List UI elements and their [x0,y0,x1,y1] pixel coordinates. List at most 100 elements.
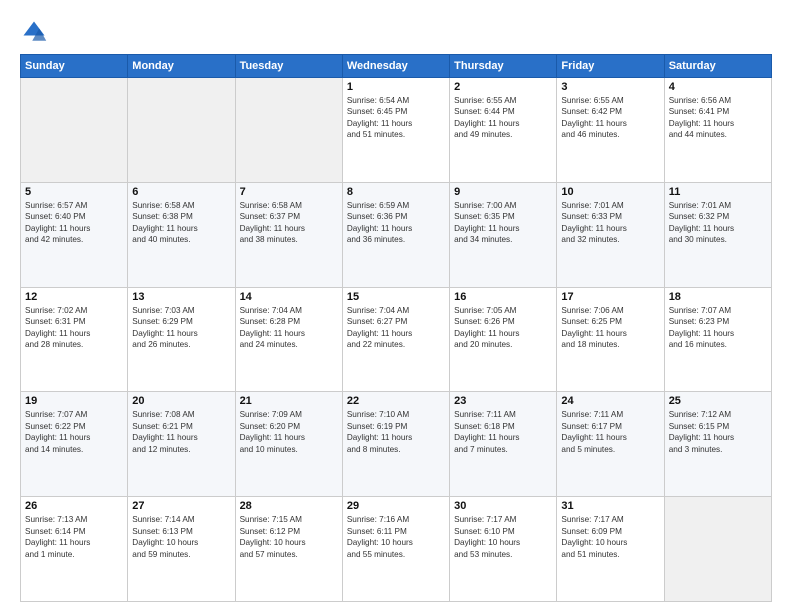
day-cell: 1 Sunrise: 6:54 AM Sunset: 6:45 PM Daylig… [342,78,449,183]
day-header-wednesday: Wednesday [342,55,449,78]
day-number: 8 [347,186,445,198]
day-info: Sunrise: 7:17 AM Sunset: 6:09 PM Dayligh… [561,514,659,560]
day-number: 10 [561,186,659,198]
day-number: 22 [347,395,445,407]
day-info: Sunrise: 7:07 AM Sunset: 6:23 PM Dayligh… [669,305,767,351]
day-number: 16 [454,291,552,303]
day-number: 17 [561,291,659,303]
day-header-thursday: Thursday [450,55,557,78]
day-number: 7 [240,186,338,198]
day-cell: 19 Sunrise: 7:07 AM Sunset: 6:22 PM Dayli… [21,392,128,497]
week-row-2: 5 Sunrise: 6:57 AM Sunset: 6:40 PM Daylig… [21,182,772,287]
day-info: Sunrise: 7:17 AM Sunset: 6:10 PM Dayligh… [454,514,552,560]
day-cell: 12 Sunrise: 7:02 AM Sunset: 6:31 PM Dayli… [21,287,128,392]
day-cell [664,497,771,602]
day-info: Sunrise: 7:12 AM Sunset: 6:15 PM Dayligh… [669,409,767,455]
page: SundayMondayTuesdayWednesdayThursdayFrid… [0,0,792,612]
day-header-tuesday: Tuesday [235,55,342,78]
day-header-sunday: Sunday [21,55,128,78]
day-number: 9 [454,186,552,198]
week-row-4: 19 Sunrise: 7:07 AM Sunset: 6:22 PM Dayli… [21,392,772,497]
day-info: Sunrise: 6:59 AM Sunset: 6:36 PM Dayligh… [347,200,445,246]
day-number: 13 [132,291,230,303]
day-cell: 16 Sunrise: 7:05 AM Sunset: 6:26 PM Dayli… [450,287,557,392]
day-header-friday: Friday [557,55,664,78]
day-info: Sunrise: 7:00 AM Sunset: 6:35 PM Dayligh… [454,200,552,246]
day-cell: 29 Sunrise: 7:16 AM Sunset: 6:11 PM Dayli… [342,497,449,602]
day-header-monday: Monday [128,55,235,78]
calendar: SundayMondayTuesdayWednesdayThursdayFrid… [20,54,772,602]
day-info: Sunrise: 6:58 AM Sunset: 6:37 PM Dayligh… [240,200,338,246]
day-info: Sunrise: 7:10 AM Sunset: 6:19 PM Dayligh… [347,409,445,455]
day-number: 26 [25,500,123,512]
day-cell: 30 Sunrise: 7:17 AM Sunset: 6:10 PM Dayli… [450,497,557,602]
day-info: Sunrise: 7:13 AM Sunset: 6:14 PM Dayligh… [25,514,123,560]
day-cell: 28 Sunrise: 7:15 AM Sunset: 6:12 PM Dayli… [235,497,342,602]
day-cell: 15Sunrise: 7:04 AM Sunset: 6:27 PM Dayli… [342,287,449,392]
day-cell: 17 Sunrise: 7:06 AM Sunset: 6:25 PM Dayli… [557,287,664,392]
day-cell: 21 Sunrise: 7:09 AM Sunset: 6:20 PM Dayli… [235,392,342,497]
day-number: 23 [454,395,552,407]
day-info: Sunrise: 7:04 AM Sunset: 6:27 PM Dayligh… [347,305,445,351]
day-number: 1 [347,81,445,93]
logo-icon [20,18,48,46]
day-number: 28 [240,500,338,512]
day-cell: 23Sunrise: 7:11 AM Sunset: 6:18 PM Dayli… [450,392,557,497]
day-info: Sunrise: 6:56 AM Sunset: 6:41 PM Dayligh… [669,95,767,141]
day-number: 29 [347,500,445,512]
logo [20,18,52,46]
day-cell: 7 Sunrise: 6:58 AM Sunset: 6:37 PM Daylig… [235,182,342,287]
day-number: 19 [25,395,123,407]
day-cell: 22 Sunrise: 7:10 AM Sunset: 6:19 PM Dayli… [342,392,449,497]
day-cell: 5 Sunrise: 6:57 AM Sunset: 6:40 PM Daylig… [21,182,128,287]
week-row-1: 1 Sunrise: 6:54 AM Sunset: 6:45 PM Daylig… [21,78,772,183]
day-number: 11 [669,186,767,198]
day-cell: 14 Sunrise: 7:04 AM Sunset: 6:28 PM Dayli… [235,287,342,392]
day-cell: 9 Sunrise: 7:00 AM Sunset: 6:35 PM Daylig… [450,182,557,287]
days-header-row: SundayMondayTuesdayWednesdayThursdayFrid… [21,55,772,78]
day-info: Sunrise: 7:01 AM Sunset: 6:33 PM Dayligh… [561,200,659,246]
day-number: 2 [454,81,552,93]
day-number: 24 [561,395,659,407]
day-info: Sunrise: 6:58 AM Sunset: 6:38 PM Dayligh… [132,200,230,246]
day-info: Sunrise: 7:02 AM Sunset: 6:31 PM Dayligh… [25,305,123,351]
week-row-3: 12 Sunrise: 7:02 AM Sunset: 6:31 PM Dayli… [21,287,772,392]
day-cell: 25Sunrise: 7:12 AM Sunset: 6:15 PM Dayli… [664,392,771,497]
day-info: Sunrise: 7:08 AM Sunset: 6:21 PM Dayligh… [132,409,230,455]
day-cell: 2 Sunrise: 6:55 AM Sunset: 6:44 PM Daylig… [450,78,557,183]
day-info: Sunrise: 7:09 AM Sunset: 6:20 PM Dayligh… [240,409,338,455]
day-number: 12 [25,291,123,303]
day-number: 14 [240,291,338,303]
day-cell: 27 Sunrise: 7:14 AM Sunset: 6:13 PM Dayli… [128,497,235,602]
day-info: Sunrise: 6:54 AM Sunset: 6:45 PM Dayligh… [347,95,445,141]
day-info: Sunrise: 7:04 AM Sunset: 6:28 PM Dayligh… [240,305,338,351]
day-cell: 31Sunrise: 7:17 AM Sunset: 6:09 PM Dayli… [557,497,664,602]
day-cell: 4Sunrise: 6:56 AM Sunset: 6:41 PM Daylig… [664,78,771,183]
day-cell: 8 Sunrise: 6:59 AM Sunset: 6:36 PM Daylig… [342,182,449,287]
day-number: 6 [132,186,230,198]
day-info: Sunrise: 7:15 AM Sunset: 6:12 PM Dayligh… [240,514,338,560]
day-cell: 20 Sunrise: 7:08 AM Sunset: 6:21 PM Dayli… [128,392,235,497]
day-cell: 26 Sunrise: 7:13 AM Sunset: 6:14 PM Dayli… [21,497,128,602]
day-cell: 10 Sunrise: 7:01 AM Sunset: 6:33 PM Dayli… [557,182,664,287]
day-info: Sunrise: 6:57 AM Sunset: 6:40 PM Dayligh… [25,200,123,246]
header [20,18,772,46]
day-info: Sunrise: 6:55 AM Sunset: 6:44 PM Dayligh… [454,95,552,141]
day-info: Sunrise: 7:03 AM Sunset: 6:29 PM Dayligh… [132,305,230,351]
day-info: Sunrise: 7:16 AM Sunset: 6:11 PM Dayligh… [347,514,445,560]
day-cell [128,78,235,183]
day-cell: 6 Sunrise: 6:58 AM Sunset: 6:38 PM Daylig… [128,182,235,287]
day-info: Sunrise: 7:14 AM Sunset: 6:13 PM Dayligh… [132,514,230,560]
day-number: 5 [25,186,123,198]
day-info: Sunrise: 7:06 AM Sunset: 6:25 PM Dayligh… [561,305,659,351]
day-info: Sunrise: 6:55 AM Sunset: 6:42 PM Dayligh… [561,95,659,141]
day-cell: 18 Sunrise: 7:07 AM Sunset: 6:23 PM Dayli… [664,287,771,392]
day-number: 20 [132,395,230,407]
day-number: 21 [240,395,338,407]
day-info: Sunrise: 7:07 AM Sunset: 6:22 PM Dayligh… [25,409,123,455]
day-number: 18 [669,291,767,303]
day-number: 30 [454,500,552,512]
day-header-saturday: Saturday [664,55,771,78]
day-number: 27 [132,500,230,512]
day-info: Sunrise: 7:05 AM Sunset: 6:26 PM Dayligh… [454,305,552,351]
